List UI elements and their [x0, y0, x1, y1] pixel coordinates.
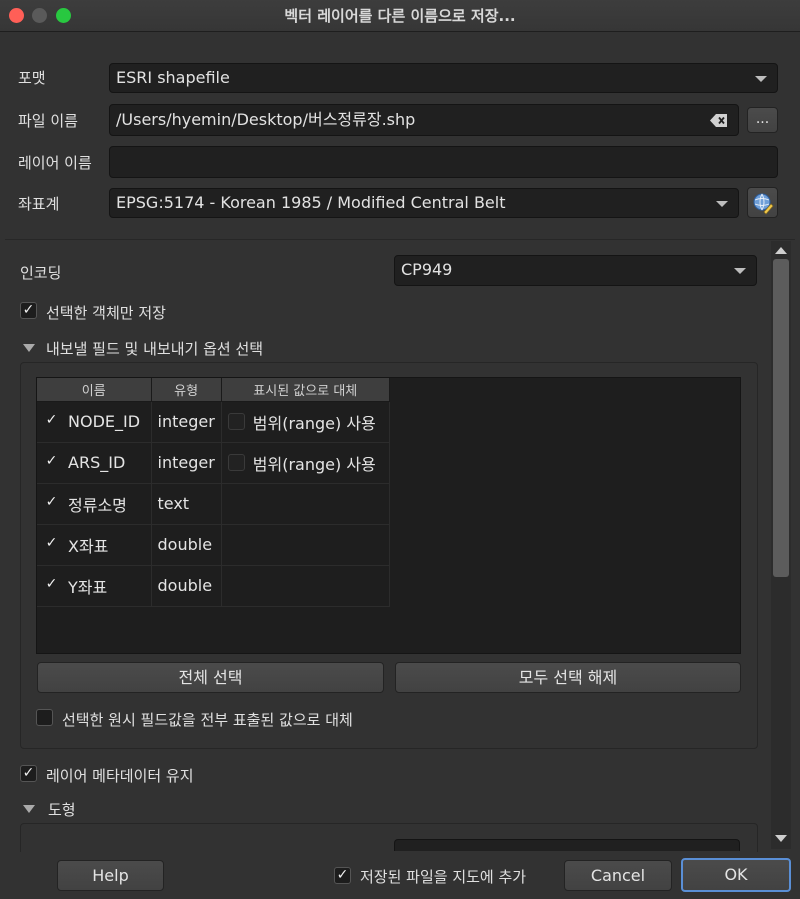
table-row[interactable]: ✓ Y좌표 double — [37, 565, 390, 607]
geometry-header[interactable]: 도형 — [48, 799, 76, 820]
options-panel-border — [5, 239, 795, 240]
replace-all-label: 선택한 원시 필드값을 전부 표출된 값으로 대체 — [62, 711, 353, 729]
ok-button[interactable]: OK — [681, 858, 791, 892]
field-name: 정류소명 — [68, 495, 127, 515]
select-all-button[interactable]: 전체 선택 — [37, 662, 384, 693]
crs-value: EPSG:5174 - Korean 1985 / Modified Centr… — [116, 193, 506, 212]
scrollbar-thumb[interactable] — [773, 259, 789, 577]
field-type: double — [151, 524, 222, 566]
crs-label: 좌표계 — [18, 195, 60, 213]
chevron-down-icon — [734, 268, 746, 274]
replace-cell — [221, 565, 390, 607]
encoding-label: 인코딩 — [20, 264, 62, 282]
layername-label: 레이어 이름 — [18, 154, 92, 172]
field-type: text — [151, 483, 222, 525]
encoding-select[interactable]: CP949 — [394, 255, 757, 286]
collapse-triangle-icon[interactable] — [23, 805, 35, 813]
fields-table: 이름 유형 표시된 값으로 대체 ✓ NODE_ID integer 범위(ran… — [37, 378, 390, 607]
crs-select[interactable]: EPSG:5174 - Korean 1985 / Modified Centr… — [109, 188, 739, 218]
fields-table-container: 이름 유형 표시된 값으로 대체 ✓ NODE_ID integer 범위(ran… — [36, 377, 741, 654]
cancel-button[interactable]: Cancel — [564, 860, 672, 891]
field-type: integer — [151, 442, 222, 484]
replace-checkbox[interactable] — [227, 454, 245, 471]
replace-checkbox[interactable] — [227, 413, 245, 430]
crs-globe-icon — [753, 193, 773, 215]
window-title: 벡터 레이어를 다른 이름으로 저장... — [284, 7, 516, 25]
chevron-down-icon — [755, 76, 767, 82]
table-row[interactable]: ✓ X좌표 double — [37, 524, 390, 566]
field-checkbox[interactable]: ✓ — [43, 413, 60, 430]
replace-all-checkbox[interactable] — [36, 709, 53, 726]
column-header-name[interactable]: 이름 — [37, 378, 152, 402]
crs-selector-button[interactable] — [747, 187, 778, 218]
keep-metadata-checkbox[interactable]: ✓ — [20, 765, 37, 782]
scroll-down-arrow-icon[interactable] — [775, 835, 787, 842]
field-checkbox[interactable]: ✓ — [43, 577, 60, 594]
filename-label: 파일 이름 — [18, 112, 78, 130]
filename-value: /Users/hyemin/Desktop/버스정류장.shp — [116, 110, 416, 129]
replace-cell — [221, 524, 390, 566]
deselect-all-button[interactable]: 모두 선택 해제 — [395, 662, 741, 693]
column-header-type[interactable]: 유형 — [151, 378, 222, 402]
field-type: double — [151, 565, 222, 607]
add-to-map-checkbox[interactable]: ✓ — [334, 867, 351, 884]
field-name: NODE_ID — [68, 412, 141, 431]
replace-label: 범위(range) 사용 — [252, 454, 376, 474]
chevron-down-icon — [716, 201, 728, 207]
replace-label: 범위(range) 사용 — [252, 413, 376, 433]
table-row[interactable]: ✓ ARS_ID integer 범위(range) 사용 — [37, 442, 390, 484]
format-label: 포맷 — [18, 69, 46, 87]
field-name: ARS_ID — [68, 453, 126, 472]
table-row[interactable]: ✓ 정류소명 text — [37, 483, 390, 525]
layername-input[interactable] — [109, 146, 778, 178]
format-select[interactable]: ESRI shapefile — [109, 63, 778, 93]
keep-metadata-label: 레이어 메타데이터 유지 — [46, 767, 194, 785]
help-button[interactable]: Help — [57, 860, 164, 891]
replace-cell — [221, 483, 390, 525]
collapse-triangle-icon[interactable] — [23, 344, 35, 352]
field-checkbox[interactable]: ✓ — [43, 495, 60, 512]
filename-input[interactable]: /Users/hyemin/Desktop/버스정류장.shp — [109, 104, 739, 136]
field-name: X좌표 — [68, 536, 109, 556]
column-header-replace[interactable]: 표시된 값으로 대체 — [221, 378, 390, 402]
encoding-value: CP949 — [401, 260, 453, 279]
options-scrollbar[interactable] — [771, 241, 791, 849]
scroll-up-arrow-icon[interactable] — [775, 247, 787, 254]
selected-only-checkbox[interactable]: ✓ — [20, 302, 37, 319]
export-fields-header[interactable]: 내보낼 필드 및 내보내기 옵션 선택 — [46, 338, 263, 359]
field-name: Y좌표 — [68, 577, 108, 597]
selected-only-label: 선택한 객체만 저장 — [46, 304, 166, 322]
clear-text-icon[interactable] — [710, 114, 728, 127]
table-row[interactable]: ✓ NODE_ID integer 범위(range) 사용 — [37, 401, 390, 443]
browse-button[interactable]: ... — [747, 107, 778, 133]
field-type: integer — [151, 401, 222, 443]
format-value: ESRI shapefile — [116, 68, 230, 87]
field-checkbox[interactable]: ✓ — [43, 536, 60, 553]
field-checkbox[interactable]: ✓ — [43, 454, 60, 471]
add-to-map-label: 저장된 파일을 지도에 추가 — [360, 868, 527, 886]
geometry-partial-control[interactable] — [394, 839, 740, 851]
